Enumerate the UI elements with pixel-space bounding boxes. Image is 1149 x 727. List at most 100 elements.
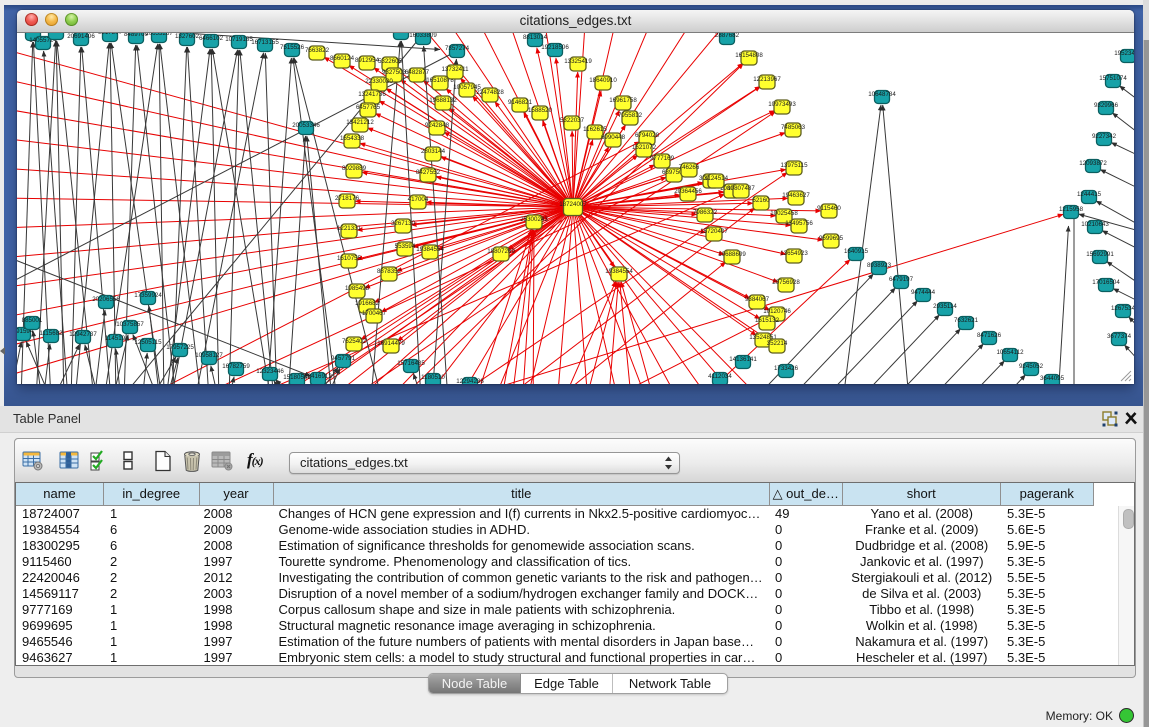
svg-text:17957225: 17957225 (166, 344, 194, 351)
svg-text:1615132: 1615132 (755, 317, 780, 324)
svg-text:10654112: 10654112 (996, 349, 1024, 356)
svg-text:114519: 114519 (105, 335, 126, 342)
svg-text:1221331: 1221331 (337, 225, 362, 232)
svg-text:746266: 746266 (679, 164, 700, 171)
svg-text:5322037: 5322037 (560, 117, 585, 124)
svg-text:9384067: 9384067 (745, 296, 770, 303)
svg-text:553594: 553594 (395, 243, 416, 250)
svg-text:3677374: 3677374 (1107, 333, 1132, 340)
svg-text:17359924: 17359924 (134, 292, 162, 299)
svg-text:18724007: 18724007 (559, 201, 587, 208)
svg-text:1733426: 1733426 (774, 365, 799, 372)
svg-text:10973493: 10973493 (768, 101, 796, 108)
svg-text:10653267: 10653267 (145, 33, 173, 37)
svg-text:10210643: 10210643 (1081, 221, 1109, 228)
svg-text:1162615: 1162615 (583, 126, 607, 133)
svg-text:7625402: 7625402 (342, 338, 367, 345)
svg-text:12294238: 12294238 (456, 378, 484, 384)
svg-text:15720407: 15720407 (700, 228, 728, 235)
svg-text:7955812: 7955812 (618, 112, 643, 119)
svg-text:13421212: 13421212 (346, 119, 374, 126)
svg-text:10648784: 10648784 (868, 91, 896, 98)
svg-text:2935114: 2935114 (933, 303, 957, 310)
svg-text:9146821: 9146821 (508, 99, 533, 106)
svg-text:7986322: 7986322 (693, 209, 718, 216)
svg-text:1180510: 1180510 (421, 374, 445, 381)
svg-text:9777169: 9777169 (650, 155, 675, 162)
svg-text:2803144: 2803144 (421, 148, 446, 155)
svg-text:1405572: 1405572 (21, 33, 46, 35)
svg-text:13241736: 13241736 (358, 91, 386, 98)
svg-text:12323446: 12323446 (256, 368, 284, 375)
svg-text:6482877: 6482877 (405, 69, 430, 76)
svg-text:1115682: 1115682 (39, 330, 63, 337)
svg-text:10688609: 10688609 (718, 251, 746, 258)
svg-text:10807487: 10807487 (727, 185, 755, 192)
svg-text:9457791: 9457791 (331, 355, 356, 362)
svg-text:2718176: 2718176 (335, 195, 360, 202)
svg-text:6457765: 6457765 (356, 104, 381, 111)
svg-text:8471626: 8471626 (977, 332, 1002, 339)
svg-text:5322605: 5322605 (378, 58, 403, 65)
svg-text:16154808: 16154808 (735, 52, 763, 59)
svg-text:1654338: 1654338 (340, 135, 365, 142)
svg-text:8427552: 8427552 (416, 169, 441, 176)
svg-text:25300243: 25300243 (520, 216, 548, 223)
svg-text:4112034: 4112034 (708, 373, 732, 380)
svg-text:12416912: 12416912 (304, 373, 332, 380)
svg-text:3124514: 3124514 (704, 175, 729, 182)
svg-text:10120746: 10120746 (763, 308, 791, 315)
svg-text:417004: 417004 (408, 196, 429, 203)
svg-text:20206556: 20206556 (92, 296, 120, 303)
svg-text:13732411: 13732411 (441, 66, 469, 73)
svg-text:1267534: 1267534 (1111, 305, 1134, 312)
svg-text:13654923: 13654923 (780, 250, 808, 257)
svg-text:9245052: 9245052 (1019, 363, 1044, 370)
svg-text:9329966: 9329966 (1094, 102, 1119, 109)
svg-text:7485063: 7485063 (781, 124, 806, 131)
svg-text:62160: 62160 (752, 197, 770, 204)
svg-text:14136141: 14136141 (729, 356, 757, 363)
svg-text:1621072: 1621072 (632, 144, 657, 151)
svg-text:1839221: 1839221 (44, 33, 69, 34)
svg-text:2887682: 2887682 (715, 33, 740, 39)
svg-text:19688132: 19688132 (429, 97, 457, 104)
svg-text:13975115: 13975115 (780, 162, 808, 169)
svg-text:3267130: 3267130 (391, 220, 416, 227)
svg-text:6990448: 6990448 (601, 134, 626, 141)
svg-text:7632621: 7632621 (954, 317, 979, 324)
svg-text:1916682: 1916682 (355, 300, 380, 307)
svg-text:7515526: 7515526 (280, 44, 305, 51)
svg-text:1610755: 1610755 (337, 255, 362, 262)
svg-text:13325419: 13325419 (564, 58, 592, 65)
svg-text:18640910: 18640910 (589, 77, 617, 84)
svg-text:19463627: 19463627 (782, 192, 810, 199)
svg-text:10025458: 10025458 (770, 210, 798, 217)
svg-text:8878352: 8878352 (377, 268, 402, 275)
svg-text:9327503: 9327503 (382, 69, 407, 76)
svg-text:1588520: 1588520 (528, 107, 553, 114)
svg-text:22330030: 22330030 (365, 78, 393, 85)
svg-text:7357274: 7357274 (445, 45, 470, 52)
svg-text:6794028: 6794028 (635, 132, 660, 139)
svg-text:16961758: 16961758 (609, 97, 637, 104)
svg-text:352214: 352214 (767, 340, 788, 347)
svg-text:10958127: 10958127 (195, 352, 223, 359)
svg-text:12942737: 12942737 (69, 331, 97, 338)
svg-text:19523409: 19523409 (1114, 50, 1134, 57)
svg-text:8660124: 8660124 (330, 55, 355, 62)
svg-text:9227342: 9227342 (1092, 133, 1117, 140)
svg-text:15751074: 15751074 (1099, 75, 1127, 82)
svg-text:1327602: 1327602 (175, 33, 200, 40)
svg-text:3644095: 3644095 (1040, 375, 1065, 382)
svg-text:16033809: 16033809 (409, 33, 437, 39)
svg-text:18807269: 18807269 (487, 248, 515, 255)
svg-text:9474444: 9474444 (911, 289, 936, 296)
svg-text:8912954: 8912954 (355, 57, 380, 64)
svg-text:9699695: 9699695 (819, 235, 844, 242)
svg-text:15716485: 15716485 (397, 360, 425, 367)
svg-text:19218506: 19218506 (541, 44, 569, 51)
svg-text:6466102: 6466102 (199, 35, 224, 42)
svg-text:12213967: 12213967 (753, 76, 781, 83)
svg-text:15692991: 15692991 (1086, 251, 1114, 258)
